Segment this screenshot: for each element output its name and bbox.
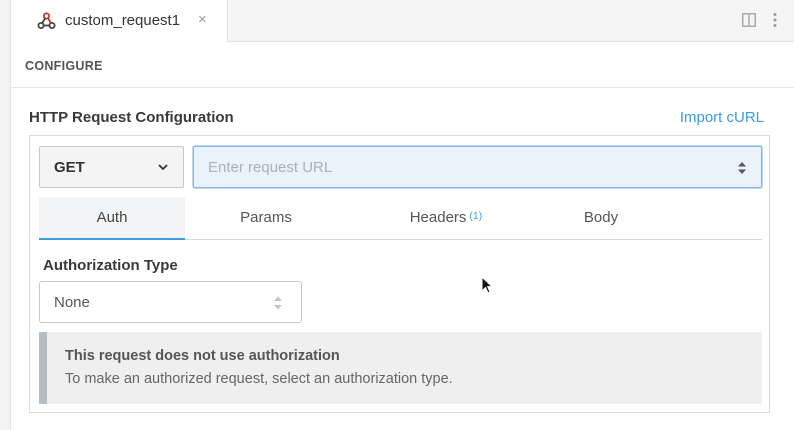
notice-title: This request does not use authorization [65,348,340,364]
headers-count-badge: (1) [469,210,483,222]
auth-type-select[interactable]: None [39,281,302,323]
sort-updown-icon [738,162,746,174]
tab-params[interactable]: Params [193,197,339,239]
tab-headers[interactable]: Headers (1) [373,197,519,239]
tab-label: Params [240,209,292,226]
tab-label: Headers [409,209,467,226]
section-title: HTTP Request Configuration [29,109,234,126]
notice-description: To make an authorized request, select an… [65,371,453,387]
auth-type-label: Authorization Type [43,257,178,274]
method-value: GET [54,159,85,176]
chevron-down-icon [158,164,168,171]
url-field[interactable] [193,146,762,188]
tab-bar: custom_request1 × [11,0,794,42]
request-tabs: Auth Params Headers (1) Body [39,197,762,240]
mouse-cursor-icon [481,276,493,294]
configure-header: CONFIGURE [11,42,794,88]
tab-auth[interactable]: Auth [39,197,185,240]
webhook-icon [37,12,56,29]
auth-type-value: None [54,294,90,311]
method-select[interactable]: GET [39,146,184,188]
tab-label: Auth [96,209,128,226]
url-input[interactable] [194,147,761,187]
kebab-menu-icon[interactable] [773,12,777,28]
document-tab[interactable]: custom_request1 × [11,0,228,42]
tab-title: custom_request1 [65,12,181,29]
tab-body[interactable]: Body [528,197,674,239]
tab-label: Body [583,209,619,226]
import-curl-link[interactable]: Import cURL [680,109,764,126]
auth-notice: This request does not use authorization … [39,332,762,404]
split-view-icon[interactable] [742,13,756,27]
request-config-box: GET Auth Params Headers(1) Body [29,135,770,413]
close-icon[interactable]: × [198,11,207,28]
sort-updown-icon [274,296,282,310]
request-panel: custom_request1 × CONFIGURE HTTP Request… [10,0,794,430]
configure-label: CONFIGURE [25,59,103,73]
